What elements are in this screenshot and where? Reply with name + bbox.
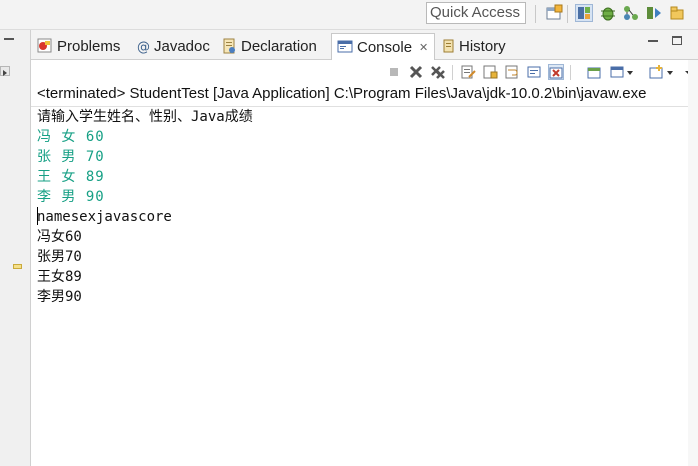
scroll-lock-icon[interactable] bbox=[482, 64, 498, 80]
tab-label: Declaration bbox=[241, 37, 317, 55]
tab-console[interactable]: Console ✕ bbox=[331, 33, 435, 60]
main-toolbar: Quick Access bbox=[0, 0, 698, 30]
debug-perspective-icon[interactable] bbox=[599, 4, 617, 22]
show-console-output-icon[interactable] bbox=[526, 64, 542, 80]
minimize-icon[interactable] bbox=[4, 38, 14, 40]
console-toolbar bbox=[31, 60, 698, 84]
toolbar-separator bbox=[452, 65, 453, 80]
java-perspective-icon[interactable] bbox=[575, 4, 593, 22]
view-toggle-icon[interactable] bbox=[0, 66, 10, 76]
pin-console-icon[interactable] bbox=[586, 64, 602, 80]
at-sign-icon: @ bbox=[136, 38, 150, 55]
console-icon bbox=[337, 39, 353, 55]
vertical-scrollbar[interactable] bbox=[688, 60, 698, 466]
open-console-icon[interactable] bbox=[649, 64, 677, 80]
remove-all-terminated-icon[interactable] bbox=[430, 64, 446, 80]
console-line: 冯女60 bbox=[37, 229, 82, 245]
console-line: 冯 女 60 bbox=[37, 129, 105, 145]
toolbar-separator bbox=[567, 5, 568, 23]
tab-label: Javadoc bbox=[154, 37, 210, 55]
close-icon[interactable]: ✕ bbox=[419, 41, 428, 54]
tab-javadoc[interactable]: @ Javadoc bbox=[136, 34, 210, 58]
tab-label: Console bbox=[357, 38, 413, 56]
clear-console-icon[interactable] bbox=[460, 64, 476, 80]
word-wrap-icon[interactable] bbox=[504, 64, 520, 80]
annotation-marker-icon[interactable] bbox=[13, 264, 22, 269]
tab-label: History bbox=[459, 37, 506, 55]
display-selected-console-icon[interactable] bbox=[610, 64, 636, 80]
tab-declaration[interactable]: Declaration bbox=[221, 34, 317, 58]
console-line: 张 男 70 bbox=[37, 149, 105, 165]
quick-access-input[interactable]: Quick Access bbox=[426, 2, 526, 24]
resource-perspective-icon[interactable] bbox=[668, 4, 686, 22]
perspective-open-icon[interactable] bbox=[545, 4, 563, 22]
minimize-view-icon[interactable] bbox=[648, 40, 658, 42]
console-line: 请输入学生姓名、性别、Java成绩 bbox=[37, 109, 253, 125]
team-sync-icon[interactable] bbox=[645, 4, 663, 22]
toolbar-separator bbox=[535, 5, 536, 23]
terminate-icon[interactable] bbox=[386, 64, 402, 80]
tab-history[interactable]: History bbox=[443, 34, 506, 58]
text-caret bbox=[37, 207, 38, 225]
tab-label: Problems bbox=[57, 37, 121, 55]
show-console-error-icon[interactable] bbox=[548, 64, 564, 80]
remove-launch-icon[interactable] bbox=[408, 64, 424, 80]
left-trim-strip bbox=[0, 30, 31, 466]
svg-text:@: @ bbox=[137, 40, 150, 54]
console-line: namesexjavascore bbox=[37, 209, 172, 225]
console-line: 李 男 90 bbox=[37, 189, 105, 205]
history-icon bbox=[443, 38, 455, 54]
console-status-line: <terminated> StudentTest [Java Applicati… bbox=[37, 85, 647, 102]
tab-problems[interactable]: Problems bbox=[37, 34, 120, 58]
console-line: 张男70 bbox=[37, 249, 82, 265]
console-line: 李男90 bbox=[37, 289, 82, 305]
git-perspective-icon[interactable] bbox=[622, 4, 640, 22]
view-tab-bar: Problems @ Javadoc Declaration Console ✕… bbox=[31, 30, 698, 60]
declaration-icon bbox=[221, 38, 237, 54]
problems-icon bbox=[37, 38, 53, 54]
console-output-area[interactable]: 请输入学生姓名、性别、Java成绩 冯 女 60 张 男 70 王 女 89 李… bbox=[31, 106, 698, 466]
console-line: 王女89 bbox=[37, 269, 82, 285]
toolbar-separator bbox=[570, 65, 571, 80]
console-line: 王 女 89 bbox=[37, 169, 105, 185]
maximize-view-icon[interactable] bbox=[672, 36, 682, 45]
